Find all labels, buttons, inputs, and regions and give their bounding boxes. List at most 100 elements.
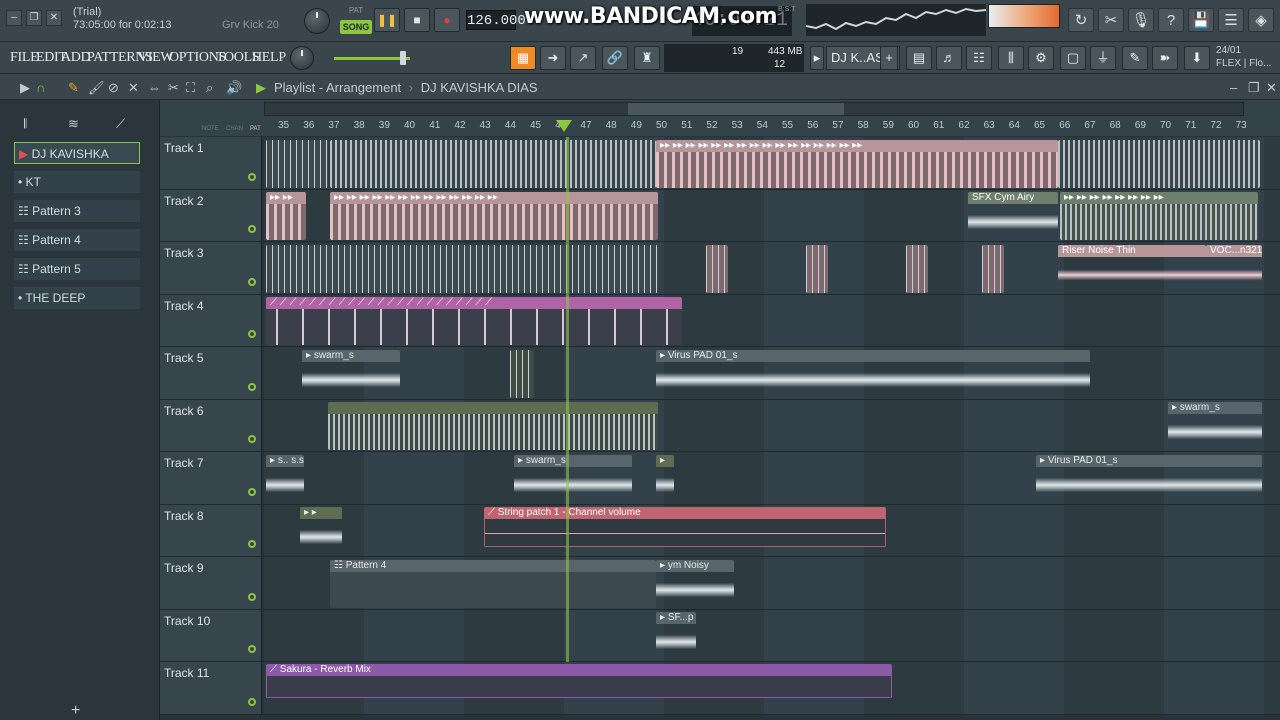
clip-virus-pad-5[interactable]: ▸ Virus PAD 01_s (656, 350, 1090, 398)
pat-song-toggle[interactable]: PAT SONG (340, 6, 372, 34)
arrangement-name[interactable]: DJ KAVISHKA DIAS (421, 80, 538, 95)
brush-icon[interactable]: 🖌 (88, 80, 105, 96)
minimize-icon[interactable]: – (6, 10, 22, 26)
microphone-icon[interactable]: 🎙 (1128, 8, 1154, 32)
close-playlist-icon[interactable]: ✕ (1266, 80, 1277, 96)
track-header[interactable]: Track 7 (160, 452, 262, 504)
clip-track5-b[interactable] (510, 350, 534, 398)
link-icon[interactable]: 🔗 (602, 46, 628, 70)
pencil-icon[interactable]: ✎ (68, 80, 79, 96)
clip-s-s-s[interactable]: ▸ s.. s.s (266, 455, 304, 503)
pause-button[interactable]: ❚❚ (374, 8, 400, 32)
track-header[interactable]: Track 2 (160, 189, 262, 241)
slice-icon[interactable]: ✂ (168, 80, 179, 96)
track-mute-led[interactable] (248, 277, 256, 286)
record-icon[interactable]: ● (434, 8, 460, 32)
clip-track3-e[interactable] (982, 245, 1004, 293)
tempo-display[interactable]: 126.000 (466, 10, 526, 30)
menu-help[interactable]: HELP (252, 50, 286, 66)
track-header[interactable]: Track 8 (160, 504, 262, 556)
track-mute-led[interactable] (248, 540, 256, 548)
channel-rack-icon[interactable]: ☷ (966, 46, 992, 70)
track-mute-led[interactable] (248, 697, 256, 706)
add-pattern-icon[interactable]: + (880, 46, 898, 70)
clip-track3-d[interactable] (906, 245, 928, 293)
master-volume-knob[interactable] (304, 8, 330, 34)
browser-icon[interactable]: ▢ (1060, 46, 1086, 70)
track-mute-led[interactable] (248, 435, 256, 443)
playlist-menu-arrow-icon[interactable]: ▶ (20, 80, 30, 96)
zoom-icon[interactable]: ⌕ (206, 80, 213, 96)
clip-swarm-s-5a[interactable]: ▸ swarm_s (302, 350, 400, 398)
track-mute-led[interactable] (248, 487, 256, 496)
track-mute-led[interactable] (248, 645, 256, 653)
menu-file[interactable]: FILE (10, 50, 39, 66)
magnet-icon[interactable]: ∩ (36, 80, 45, 95)
save-icon[interactable]: 💾 (1188, 8, 1214, 32)
typing-keyboard-icon[interactable]: ▦ (510, 46, 536, 70)
metronome-icon[interactable]: ♜ (634, 46, 660, 70)
clip-riser-noise-thin[interactable]: Riser Noise Thin (1058, 245, 1206, 293)
piano-roll-icon[interactable]: ♬ (936, 46, 962, 70)
browser-item[interactable]: • KT (14, 171, 140, 193)
track-header[interactable]: Track 4 (160, 294, 262, 346)
clip-track1-b[interactable] (330, 140, 656, 188)
wand-icon[interactable]: ✎ (1122, 46, 1148, 70)
clip-track1-d[interactable] (1058, 140, 1260, 188)
track-mute-led[interactable] (248, 382, 256, 391)
playhead-marker[interactable] (556, 120, 572, 132)
track-header[interactable]: Track 1 (160, 137, 262, 189)
browser-item[interactable]: • THE DEEP (14, 287, 140, 309)
scrollbar-thumb[interactable] (628, 103, 844, 115)
clip-track4-automation[interactable]: ⟋ ⟋ ⟋ ⟋ ⟋ ⟋ ⟋ ⟋ ⟋ ⟋ ⟋ ⟋ ⟋ ⟋ ⟋ ⟋ ⟋ ⟋ ⟋ ⟋ … (266, 297, 682, 345)
recorder-icon[interactable]: ➽ (1152, 46, 1178, 70)
mute-icon[interactable]: ✕ (128, 80, 139, 96)
master-volume-slider[interactable] (334, 57, 410, 60)
master-volume-handle[interactable] (400, 51, 406, 65)
next-arrow-icon[interactable]: ▸ (810, 46, 824, 70)
track-mute-led[interactable] (248, 225, 256, 233)
track-header[interactable]: Track 3 (160, 242, 262, 294)
restore-icon[interactable]: ❐ (26, 10, 42, 26)
track-mute-led[interactable] (248, 592, 256, 601)
track-mute-led[interactable] (248, 330, 256, 338)
clip-voc[interactable]: VOC...n321 (1206, 245, 1262, 293)
clip-swarm-s-7[interactable]: ▸ swarm_s (514, 455, 632, 503)
blend-icon[interactable]: ↗ (570, 46, 596, 70)
browser-item[interactable]: ▶ DJ KAVISHKA DIAS (14, 142, 140, 183)
clip-track3-a[interactable] (266, 245, 658, 293)
clip-track2-c[interactable]: ▸▸ ▸▸ ▸▸ ▸▸ ▸▸ ▸▸ ▸▸ ▸▸ (1060, 192, 1258, 240)
slip-icon[interactable]: ⇔ (148, 80, 161, 95)
clip-virus-pad-7[interactable]: ▸ Virus PAD 01_s (1036, 455, 1262, 503)
news-panel[interactable]: 24/01 FLEX | Flo... (1216, 44, 1271, 70)
help-icon[interactable]: ? (1158, 8, 1184, 32)
browser-item[interactable]: ☷ Pattern 4 (14, 229, 140, 251)
browser-item[interactable]: ☷ Pattern 3 (14, 200, 140, 222)
plugin-picker-icon[interactable]: ⏚ (1090, 46, 1116, 70)
track-header[interactable]: Track 5 (160, 347, 262, 399)
add-icon[interactable]: + (71, 702, 80, 720)
clip-track3-c[interactable] (806, 245, 828, 293)
close-icon[interactable]: ✕ (46, 10, 62, 26)
clip-track1-a[interactable] (266, 140, 328, 188)
mixer-icon[interactable]: ⫼ (998, 46, 1024, 70)
delete-icon[interactable]: ⊘ (108, 80, 119, 96)
tools-icon[interactable]: ✂ (1098, 8, 1124, 32)
piano-keys-icon[interactable]: 𝄃 (24, 116, 27, 132)
minimize-playlist-icon[interactable]: – (1230, 80, 1237, 95)
clip-track1-c[interactable]: ▸▸ ▸▸ ▸▸ ▸▸ ▸▸ ▸▸ ▸▸ ▸▸ ▸▸ ▸▸ ▸▸ ▸▸ ▸▸ ▸… (656, 140, 1058, 188)
clip-track2-b[interactable]: ▸▸ ▸▸ ▸▸ ▸▸ ▸▸ ▸▸ ▸▸ ▸▸ ▸▸ ▸▸ ▸▸ ▸▸ ▸▸ (330, 192, 658, 240)
playlist-icon[interactable]: ▤ (906, 46, 932, 70)
track-lane[interactable] (264, 609, 1280, 661)
automation-icon[interactable]: ⟋ (116, 116, 125, 132)
track-header[interactable]: Track 10 (160, 609, 262, 661)
clip-track8-a[interactable]: ▸ ▸ (300, 507, 342, 555)
clip-track2-a[interactable]: ▸▸ ▸▸ (266, 192, 306, 240)
track-header[interactable]: Track 11 (160, 662, 262, 714)
cpu-icon[interactable]: ⚙ (1028, 46, 1054, 70)
track-header[interactable]: Track 9 (160, 557, 262, 609)
clip-string-patch[interactable]: ⟋ String patch 1 - Channel volume (484, 507, 886, 547)
speaker-icon[interactable]: 🔊 (226, 80, 242, 96)
plugin-icon[interactable]: ◈ (1248, 8, 1274, 32)
maximize-playlist-icon[interactable]: ❐ (1248, 80, 1260, 96)
